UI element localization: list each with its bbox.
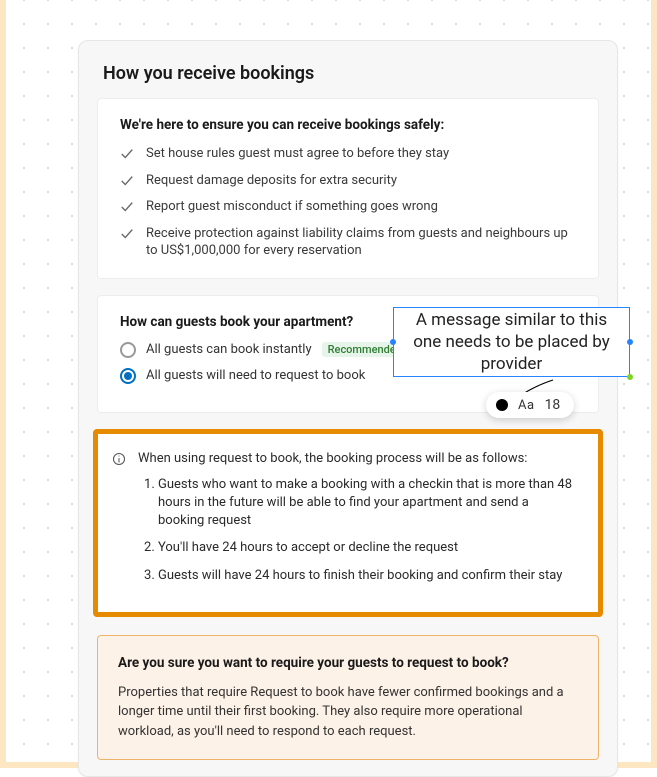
check-icon bbox=[120, 227, 134, 241]
request-info-highlight-panel: When using request to book, the booking … bbox=[93, 429, 603, 617]
safety-feature-text: Request damage deposits for extra securi… bbox=[146, 172, 397, 190]
warning-heading: Are you sure you want to require your gu… bbox=[118, 654, 578, 673]
safety-panel-heading: We're here to ensure you can receive boo… bbox=[120, 117, 576, 133]
safety-feature-list: Set house rules guest must agree to befo… bbox=[120, 145, 576, 260]
check-icon bbox=[120, 174, 134, 188]
safety-panel: We're here to ensure you can receive boo… bbox=[97, 98, 599, 279]
font-family-label[interactable]: Aa bbox=[518, 398, 535, 413]
request-info-step: Guests will have 24 hours to finish thei… bbox=[158, 567, 576, 585]
request-info-step: Guests who want to make a booking with a… bbox=[158, 476, 576, 531]
selection-handle[interactable] bbox=[390, 339, 396, 345]
radio-button-unselected[interactable] bbox=[120, 342, 136, 358]
info-icon bbox=[112, 452, 126, 466]
request-info-intro: When using request to book, the booking … bbox=[138, 450, 576, 468]
font-toolbar[interactable]: Aa 18 bbox=[486, 392, 574, 418]
left-peach-stripe bbox=[0, 0, 6, 768]
safety-feature-item: Receive protection against liability cla… bbox=[120, 225, 576, 260]
warning-body: Properties that require Request to book … bbox=[118, 683, 578, 742]
safety-feature-text: Receive protection against liability cla… bbox=[146, 225, 576, 260]
safety-feature-item: Report guest misconduct if something goe… bbox=[120, 198, 576, 216]
color-swatch-black[interactable] bbox=[496, 399, 508, 411]
safety-feature-text: Report guest misconduct if something goe… bbox=[146, 198, 438, 216]
safety-feature-item: Request damage deposits for extra securi… bbox=[120, 172, 576, 190]
font-size-value[interactable]: 18 bbox=[545, 397, 561, 413]
selection-handle-resize[interactable] bbox=[627, 374, 633, 380]
warning-panel: Are you sure you want to require your gu… bbox=[97, 635, 599, 760]
annotation-text-box[interactable]: A message similar to this one needs to b… bbox=[393, 307, 630, 377]
check-icon bbox=[120, 200, 134, 214]
selection-handle[interactable] bbox=[627, 339, 633, 345]
request-info-step: You'll have 24 hours to accept or declin… bbox=[158, 539, 576, 557]
page-title: How you receive bookings bbox=[79, 41, 617, 98]
radio-label: All guests will need to request to book bbox=[146, 368, 365, 383]
annotation-text: A message similar to this one needs to b… bbox=[400, 309, 623, 375]
right-peach-stripe bbox=[651, 0, 657, 768]
radio-label: All guests can book instantly bbox=[146, 342, 312, 357]
radio-button-selected[interactable] bbox=[120, 368, 136, 384]
safety-feature-text: Set house rules guest must agree to befo… bbox=[146, 145, 449, 163]
check-icon bbox=[120, 147, 134, 161]
safety-feature-item: Set house rules guest must agree to befo… bbox=[120, 145, 576, 163]
request-info-steps: Guests who want to make a booking with a… bbox=[138, 476, 576, 585]
